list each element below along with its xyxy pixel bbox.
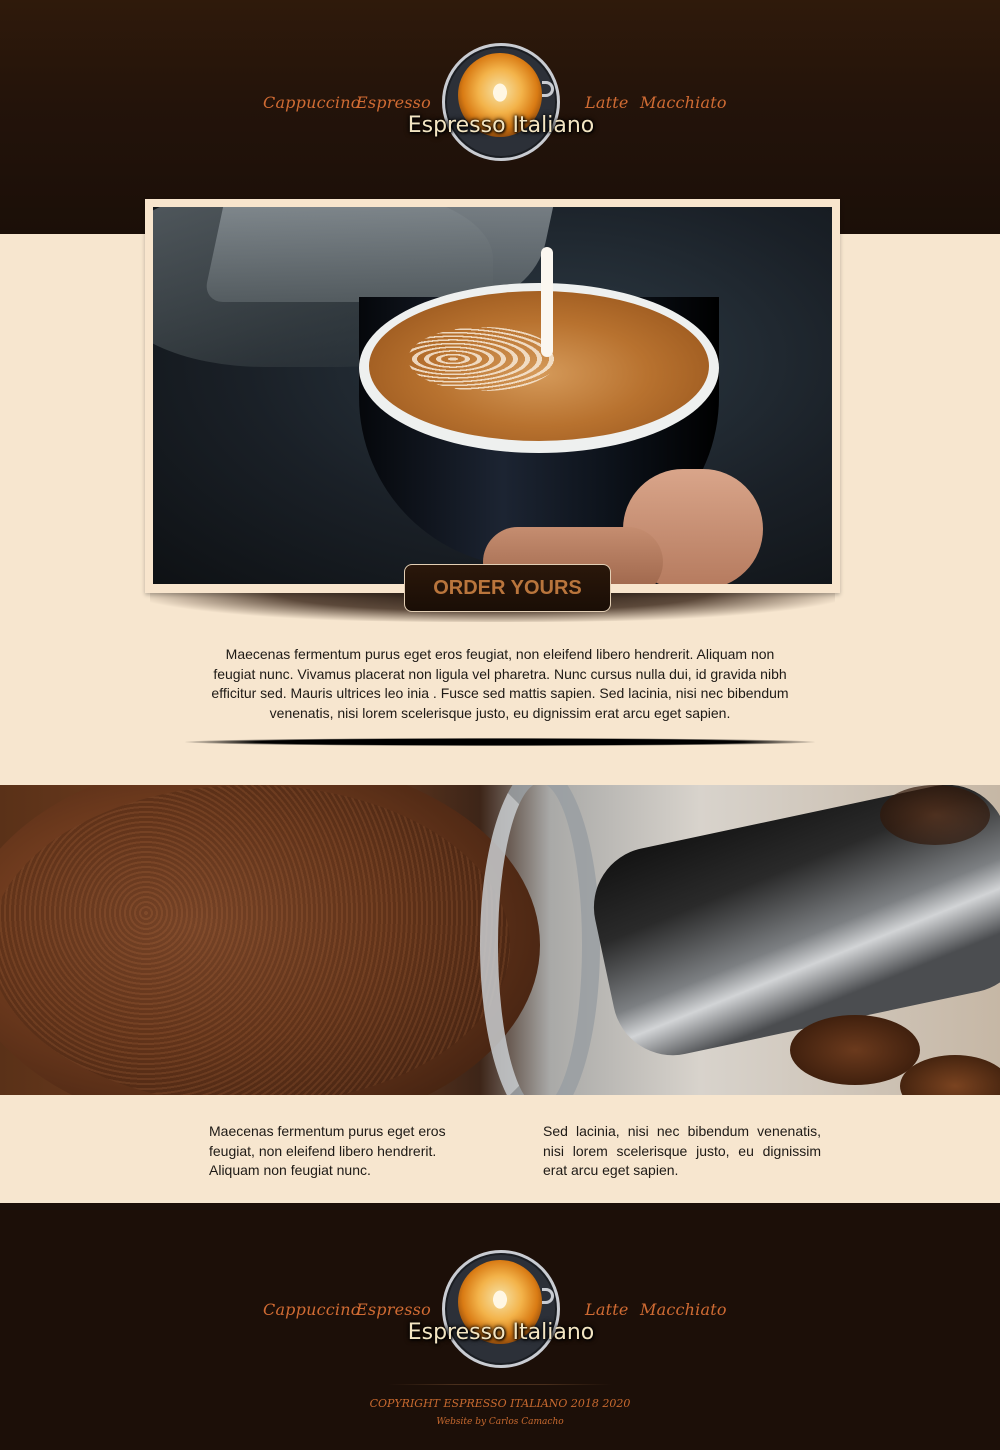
footer-link-latte[interactable]: Latte [585, 1300, 629, 1319]
footer-link-espresso[interactable]: Espresso [356, 1300, 431, 1319]
hero-latte-image [153, 207, 832, 584]
footer-link-cappuccino[interactable]: Cappuccino [263, 1300, 361, 1319]
text-column-left: Maecenas fermentum purus eget eros feugi… [209, 1123, 446, 1178]
copyright-text: COPYRIGHT ESPRESSO ITALIANO 2018 2020 [369, 1397, 631, 1410]
nav-link-espresso[interactable]: Espresso [356, 93, 431, 112]
footer-brand-logo[interactable]: Espresso Italiano [408, 1250, 594, 1368]
portafilter-basket [480, 785, 600, 1095]
nav-link-cappuccino[interactable]: Cappuccino [263, 93, 361, 112]
logo-heart-art [488, 77, 512, 103]
nav-link-macchiato[interactable]: Macchiato [640, 93, 727, 112]
latte-art [408, 327, 558, 391]
site-footer: Cappuccino Espresso Latte Macchiato Espr… [0, 1203, 1000, 1450]
nav-link-latte[interactable]: Latte [585, 93, 629, 112]
hero-frame [145, 199, 840, 593]
coffee-bean [880, 785, 990, 845]
coffee-grounds-banner [0, 785, 1000, 1095]
footer-brand-name: Espresso Italiano [407, 1320, 595, 1345]
coffee-bean [790, 1015, 920, 1085]
brand-logo[interactable]: Espresso Italiano [408, 43, 594, 161]
order-yours-button[interactable]: ORDER YOURS [404, 564, 611, 612]
footer-divider [388, 1384, 612, 1385]
text-column-right: Sed lacinia, nisi nec bibendum venenatis… [543, 1123, 821, 1178]
section-divider [185, 738, 815, 746]
intro-paragraph: Maecenas fermentum purus eget eros feugi… [211, 646, 789, 721]
brand-name: Espresso Italiano [407, 113, 595, 138]
footer-link-macchiato[interactable]: Macchiato [640, 1300, 727, 1319]
credit-text: Website by Carlos Camacho [436, 1417, 564, 1427]
